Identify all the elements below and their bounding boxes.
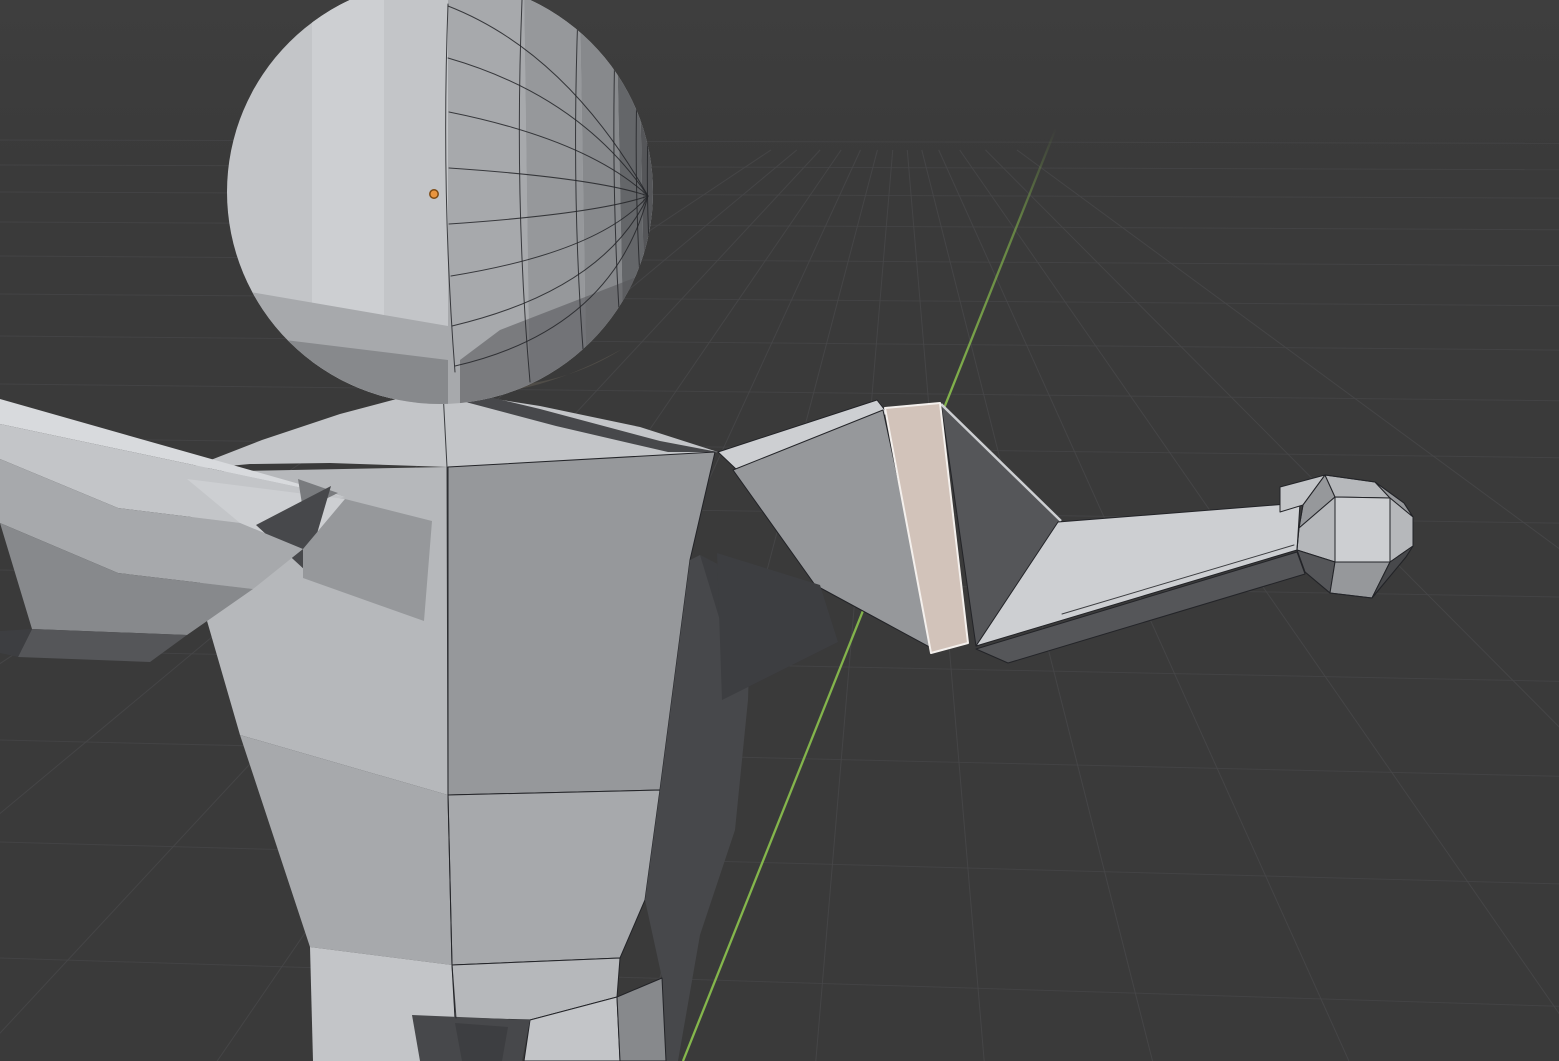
mesh-facet: [448, 790, 660, 965]
viewport-canvas[interactable]: [0, 0, 1559, 1061]
viewport-3d[interactable]: [0, 0, 1559, 1061]
mesh-facet: [1335, 497, 1390, 562]
mesh-facet: [455, 1023, 508, 1061]
object-origin-dot[interactable]: [430, 190, 438, 198]
